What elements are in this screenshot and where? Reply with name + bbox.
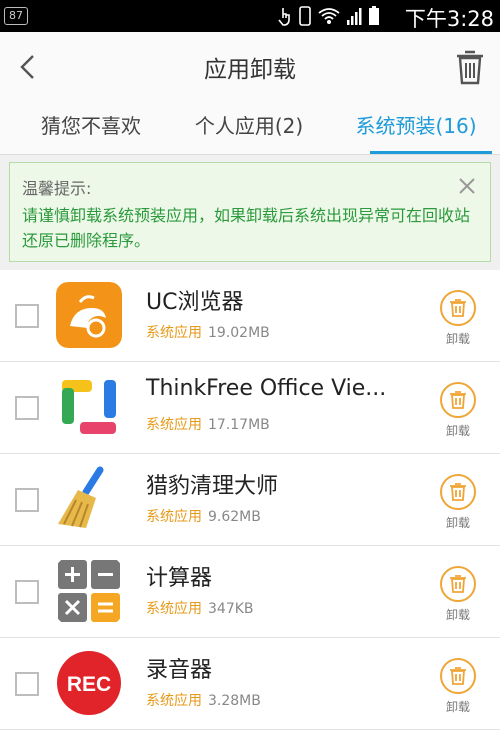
signal-icon bbox=[347, 8, 362, 25]
tab-system-preinstalled[interactable]: 系统预装(16) bbox=[338, 104, 494, 154]
uninstall-trash-icon bbox=[440, 474, 476, 510]
close-icon[interactable] bbox=[458, 177, 476, 195]
uninstall-button[interactable]: 卸载 bbox=[438, 566, 478, 623]
select-checkbox[interactable] bbox=[15, 580, 39, 604]
app-size: 347KB bbox=[208, 601, 254, 617]
uninstall-button[interactable]: 卸载 bbox=[438, 382, 478, 439]
app-type: 系统应用 bbox=[146, 693, 202, 709]
notice-title: 温馨提示: bbox=[22, 179, 92, 198]
rec-recorder-icon: REC bbox=[57, 651, 121, 715]
status-bar: 87 下午3:28 bbox=[0, 0, 500, 32]
uninstall-label: 卸载 bbox=[445, 424, 470, 438]
uninstall-trash-icon bbox=[440, 382, 476, 418]
thinkfree-office-icon bbox=[56, 374, 122, 440]
touch-icon bbox=[278, 8, 290, 26]
notice-box: 温馨提示: 请谨慎卸载系统预装应用，如果卸载后系统出现异常可在回收站还原已删除程… bbox=[9, 162, 491, 262]
tab-bar: 猜您不喜欢 个人应用(2) 系统预装(16) bbox=[0, 104, 500, 155]
tab-dislike[interactable]: 猜您不喜欢 bbox=[16, 104, 166, 154]
list-item: 计算器 系统应用 347KB 卸载 bbox=[0, 546, 500, 638]
app-meta: 系统应用 19.02MB bbox=[146, 322, 270, 342]
clock: 下午3:28 bbox=[404, 7, 494, 31]
app-name: UC浏览器 bbox=[146, 290, 244, 315]
app-meta: 系统应用 9.62MB bbox=[146, 506, 261, 526]
app-name: 录音器 bbox=[146, 658, 213, 683]
app-type: 系统应用 bbox=[146, 417, 202, 433]
uninstall-button[interactable]: 卸载 bbox=[438, 658, 478, 715]
notification-badge: 87 bbox=[4, 7, 28, 25]
app-type: 系统应用 bbox=[146, 601, 202, 617]
clean-master-broom-icon bbox=[58, 466, 104, 528]
app-type: 系统应用 bbox=[146, 509, 202, 525]
uninstall-label: 卸载 bbox=[445, 516, 470, 530]
select-checkbox[interactable] bbox=[15, 396, 39, 420]
calculator-icon bbox=[58, 560, 120, 622]
page-title: 应用卸载 bbox=[204, 57, 296, 83]
list-item: 猎豹清理大师 系统应用 9.62MB 卸载 bbox=[0, 454, 500, 546]
trash-icon[interactable] bbox=[452, 48, 488, 86]
app-list: UC浏览器 系统应用 19.02MB 卸载 ThinkFree Office Vi… bbox=[0, 270, 500, 730]
app-size: 19.02MB bbox=[208, 325, 270, 341]
select-checkbox[interactable] bbox=[15, 672, 39, 696]
rec-label: REC bbox=[67, 673, 111, 696]
uninstall-trash-icon bbox=[440, 566, 476, 602]
active-tab-indicator bbox=[370, 151, 492, 154]
select-checkbox[interactable] bbox=[15, 304, 39, 328]
uninstall-label: 卸载 bbox=[445, 608, 470, 622]
app-size: 9.62MB bbox=[208, 509, 261, 525]
app-size: 17.17MB bbox=[208, 417, 270, 433]
phone-icon bbox=[299, 6, 311, 26]
app-name: 猎豹清理大师 bbox=[146, 474, 279, 499]
app-meta: 系统应用 3.28MB bbox=[146, 690, 261, 710]
list-item: ThinkFree Office Vie... 系统应用 17.17MB 卸载 bbox=[0, 362, 500, 454]
uninstall-trash-icon bbox=[440, 658, 476, 694]
app-name: ThinkFree Office Vie... bbox=[146, 376, 387, 401]
app-size: 3.28MB bbox=[208, 693, 261, 709]
list-item: UC浏览器 系统应用 19.02MB 卸载 bbox=[0, 270, 500, 362]
uninstall-label: 卸载 bbox=[445, 700, 470, 714]
app-name: 计算器 bbox=[146, 566, 213, 591]
battery-icon bbox=[369, 6, 379, 25]
app-type: 系统应用 bbox=[146, 325, 202, 341]
uninstall-label: 卸载 bbox=[445, 332, 470, 346]
tab-personal-apps[interactable]: 个人应用(2) bbox=[178, 104, 320, 154]
select-checkbox[interactable] bbox=[15, 488, 39, 512]
list-item: REC 录音器 系统应用 3.28MB 卸载 bbox=[0, 638, 500, 730]
notice-body: 请谨慎卸载系统预装应用，如果卸载后系统出现异常可在回收站还原已删除程序。 bbox=[22, 206, 471, 250]
uninstall-trash-icon bbox=[440, 290, 476, 326]
status-icons bbox=[278, 6, 380, 26]
app-meta: 系统应用 347KB bbox=[146, 598, 254, 618]
title-bar: 应用卸载 bbox=[0, 32, 500, 104]
app-meta: 系统应用 17.17MB bbox=[146, 414, 270, 434]
uninstall-button[interactable]: 卸载 bbox=[438, 474, 478, 531]
wifi-icon bbox=[318, 8, 340, 24]
uc-browser-icon bbox=[56, 282, 122, 348]
uninstall-button[interactable]: 卸载 bbox=[438, 290, 478, 347]
